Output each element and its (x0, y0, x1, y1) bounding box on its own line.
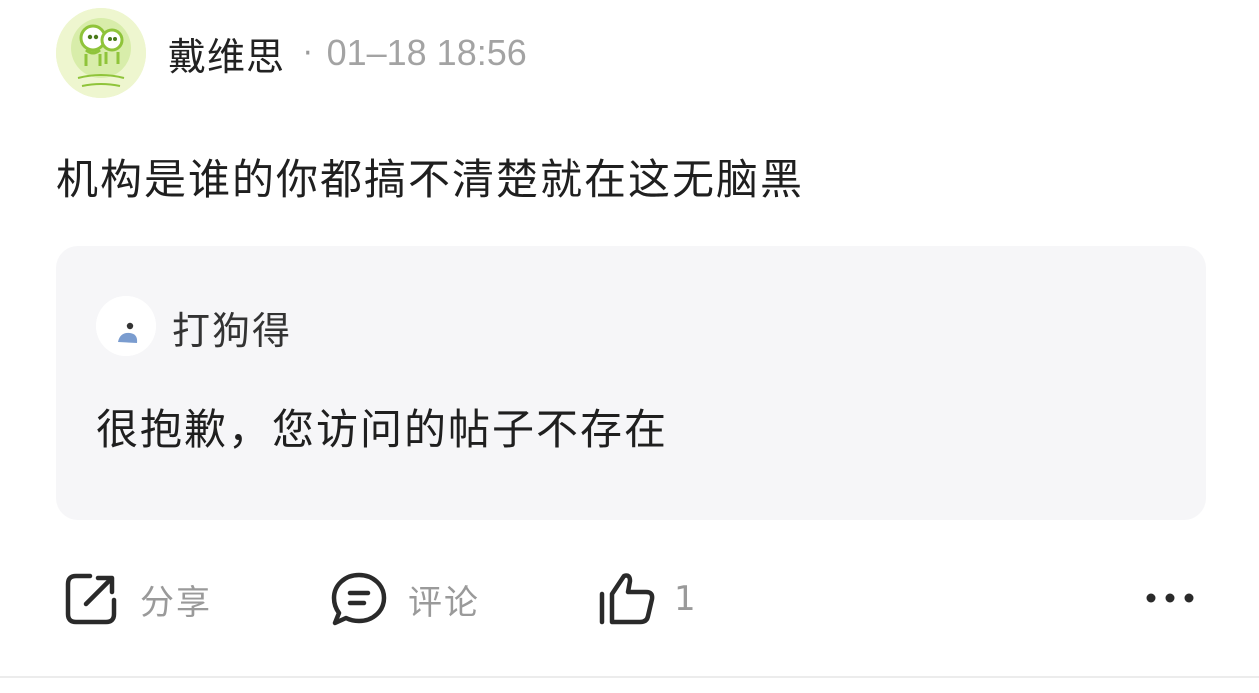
comment-icon (328, 568, 390, 630)
quote-body-text: 很抱歉，您访问的帖子不存在 (96, 405, 669, 454)
thumbs-up-icon (596, 568, 658, 630)
quote-author-name[interactable]: 打狗得 (172, 300, 292, 355)
post-timestamp: 01–18 18:56 (326, 32, 527, 73)
share-label: 分享 (140, 582, 212, 623)
quote-author-avatar[interactable] (96, 296, 156, 356)
more-button[interactable] (1144, 586, 1198, 614)
comment-label: 评论 (408, 582, 480, 623)
share-button[interactable]: 分享 (60, 568, 212, 630)
more-icon (1144, 593, 1198, 614)
post-header: 戴维思 · 01–18 18:56 (168, 26, 527, 81)
comment-card: 戴维思 · 01–18 18:56 机构是谁的你都搞不清楚就在这无脑黑 打狗得 … (0, 0, 1259, 693)
author-name[interactable]: 戴维思 (168, 26, 285, 81)
header-separator: · (303, 35, 313, 71)
quoted-post[interactable]: 打狗得 很抱歉，您访问的帖子不存在 (56, 246, 1206, 520)
author-avatar[interactable] (56, 8, 146, 98)
card-divider (0, 676, 1259, 678)
share-icon (60, 568, 122, 630)
like-button[interactable]: 1 (596, 568, 698, 630)
like-count: 1 (674, 579, 698, 619)
comment-button[interactable]: 评论 (328, 568, 480, 630)
post-body-text: 机构是谁的你都搞不清楚就在这无脑黑 (56, 155, 805, 204)
